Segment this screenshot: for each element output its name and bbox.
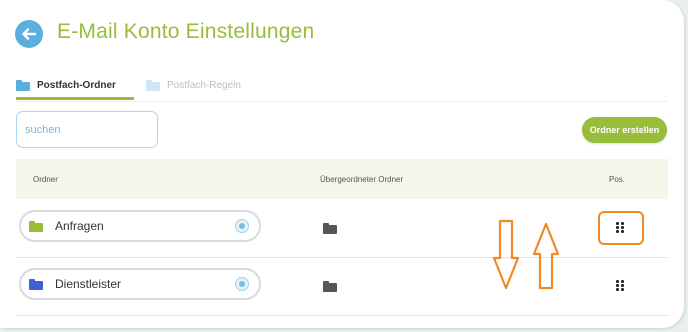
search-placeholder: suchen <box>25 123 61 136</box>
tab-label: Postfach-Regeln <box>167 79 241 91</box>
drag-handle-icon[interactable] <box>616 280 624 291</box>
tab-bar: Postfach-Ordner Postfach-Regeln <box>16 70 668 100</box>
folder-name-field[interactable]: Dienstleister <box>19 268 261 300</box>
tab-postfach-ordner[interactable]: Postfach-Ordner <box>16 70 134 100</box>
back-button[interactable] <box>15 20 43 48</box>
parent-folder-icon[interactable] <box>323 223 337 234</box>
column-header-position: Pos. <box>609 175 626 184</box>
search-input[interactable]: suchen <box>16 111 158 148</box>
column-header-folder: Ordner <box>33 175 58 184</box>
clear-icon[interactable] <box>235 277 249 291</box>
tab-postfach-regeln[interactable]: Postfach-Regeln <box>146 70 241 100</box>
create-folder-button[interactable]: Ordner erstellen <box>582 117 667 143</box>
folder-name: Dienstleister <box>55 277 122 291</box>
tab-label: Postfach-Ordner <box>37 79 116 91</box>
active-tab-indicator <box>16 97 134 100</box>
table-row: Dienstleister <box>16 257 668 316</box>
page-title: E-Mail Konto Einstellungen <box>57 20 315 43</box>
folder-name: Anfragen <box>55 219 104 233</box>
parent-folder-icon[interactable] <box>323 281 337 292</box>
up-down-arrows-icon <box>492 219 560 290</box>
folder-icon <box>146 79 160 91</box>
clear-icon[interactable] <box>235 219 249 233</box>
drag-handle-highlight <box>598 211 644 245</box>
column-header-parent: Übergeordneter Ordner <box>320 175 404 184</box>
folder-icon <box>29 278 43 290</box>
folder-icon <box>16 79 30 91</box>
tabs-divider <box>16 101 668 102</box>
table-row: Anfragen <box>16 199 668 258</box>
folder-icon <box>29 220 43 232</box>
arrow-left-icon <box>22 28 37 40</box>
folder-name-field[interactable]: Anfragen <box>19 210 261 242</box>
settings-card: E-Mail Konto Einstellungen Postfach-Ordn… <box>0 0 684 328</box>
table-header: Ordner Übergeordneter Ordner Pos. <box>16 159 668 199</box>
